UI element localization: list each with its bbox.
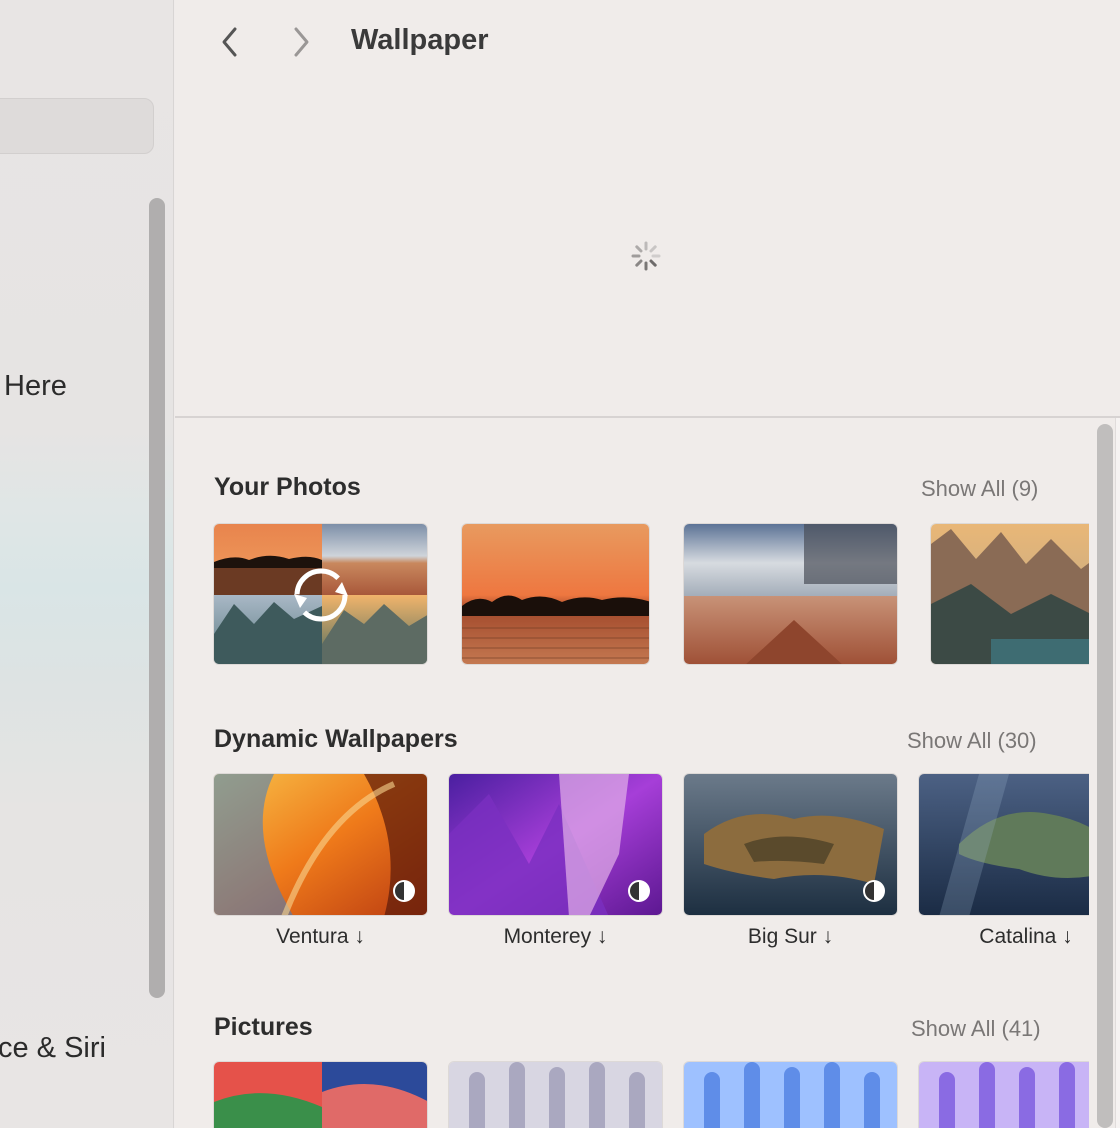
section-title-pictures: Pictures: [214, 1013, 313, 1041]
wallpaper-thumb-monterey[interactable]: [448, 773, 663, 916]
picture-thumb-waves-silver[interactable]: [448, 1061, 663, 1128]
show-all-pictures[interactable]: Show All (41): [911, 1016, 1041, 1042]
wallpaper-thumb-big-sur[interactable]: [683, 773, 898, 916]
picture-thumb-waves-purple[interactable]: [918, 1061, 1089, 1128]
wallpaper-label-monterey[interactable]: Monterey ↓: [448, 925, 663, 949]
section-title-your-photos: Your Photos: [214, 473, 361, 501]
sidebar-item-siri[interactable]: ce & Siri: [0, 1032, 106, 1065]
wallpaper-label-big-sur[interactable]: Big Sur ↓: [683, 925, 898, 949]
photo-thumb-shuffle[interactable]: [213, 523, 428, 665]
section-title-dynamic-wallpapers: Dynamic Wallpapers: [214, 725, 458, 753]
photo-thumb-mountains[interactable]: [930, 523, 1089, 665]
photo-thumb-sunset[interactable]: [461, 523, 650, 665]
main-pane: Wallpaper Your Photos Show All (9) Dynam…: [175, 0, 1120, 1128]
sidebar-scrollbar[interactable]: [149, 198, 165, 998]
wallpaper-gallery: Your Photos Show All (9) Dynamic Wallpap…: [175, 418, 1089, 1128]
sidebar-item-here[interactable]: Here: [4, 370, 67, 403]
chevron-left-icon: [222, 27, 237, 57]
chevron-right-icon: [294, 27, 309, 57]
wallpaper-label-catalina[interactable]: Catalina ↓: [951, 925, 1089, 949]
photo-thumb-desert[interactable]: [683, 523, 898, 665]
back-button[interactable]: [210, 22, 250, 62]
forward-button[interactable]: [281, 22, 321, 62]
sidebar-search-field[interactable]: [0, 98, 154, 154]
wallpaper-label-ventura[interactable]: Ventura ↓: [213, 925, 428, 949]
picture-thumb-waves-blue[interactable]: [683, 1061, 898, 1128]
page-title: Wallpaper: [351, 24, 489, 56]
wallpaper-preview: [175, 84, 1120, 416]
show-all-your-photos[interactable]: Show All (9): [921, 476, 1038, 502]
loading-spinner-icon: [631, 241, 661, 271]
show-all-dynamic-wallpapers[interactable]: Show All (30): [907, 728, 1037, 754]
gallery-scrollbar[interactable]: [1097, 424, 1113, 1128]
wallpaper-thumb-catalina[interactable]: [918, 773, 1089, 916]
picture-thumb-sonoma[interactable]: [213, 1061, 428, 1128]
wallpaper-thumb-ventura[interactable]: [213, 773, 428, 916]
window-edge: [1115, 418, 1120, 1128]
sidebar: Here ce & Siri: [0, 0, 174, 1128]
